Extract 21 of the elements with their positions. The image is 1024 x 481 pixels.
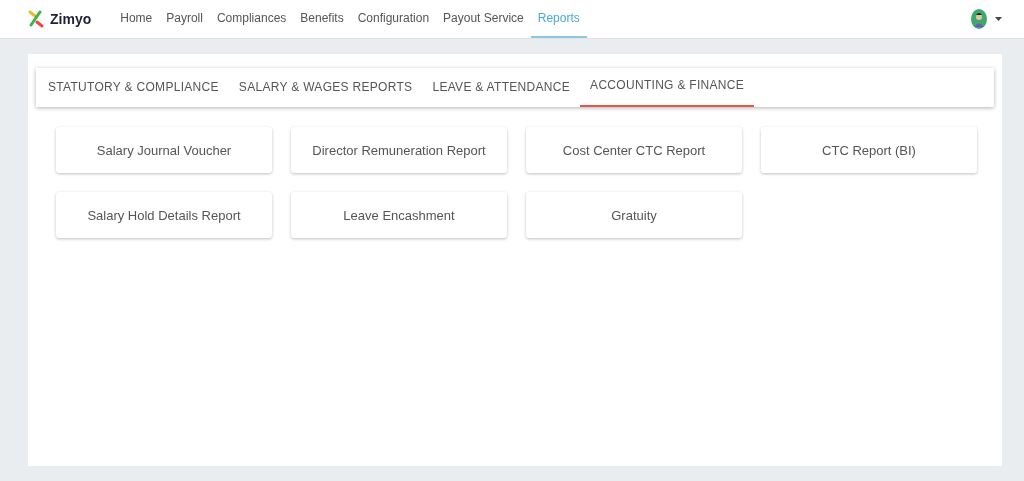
logo-icon [27,10,45,28]
report-button[interactable]: Salary Hold Details Report [56,192,272,238]
tab[interactable]: ACCOUNTING & FINANCE [580,68,755,107]
tab[interactable]: SALARY & WAGES REPORTS [228,68,423,107]
tab[interactable]: LEAVE & ATTENDANCE [422,68,581,107]
report-button[interactable]: Cost Center CTC Report [526,127,742,173]
nav-link[interactable]: Payroll [159,0,210,38]
nav-link[interactable]: Home [113,0,160,38]
nav-link[interactable]: Payout Service [436,0,531,38]
avatar-icon[interactable] [971,9,987,29]
report-button[interactable]: Gratuity [526,192,742,238]
nav-link[interactable]: Configuration [350,0,437,38]
report-button[interactable]: CTC Report (BI) [761,127,977,173]
brand-name: Zimyo [50,11,92,27]
nav-link[interactable]: Benefits [293,0,351,38]
report-button[interactable]: Salary Journal Voucher [56,127,272,173]
caret-icon[interactable] [995,17,1002,21]
nav-link[interactable]: Compliances [209,0,294,38]
report-button[interactable]: Director Remuneration Report [291,127,507,173]
tab[interactable]: STATUTORY & COMPLIANCE [38,68,229,107]
report-button[interactable]: Leave Encashment [291,192,507,238]
